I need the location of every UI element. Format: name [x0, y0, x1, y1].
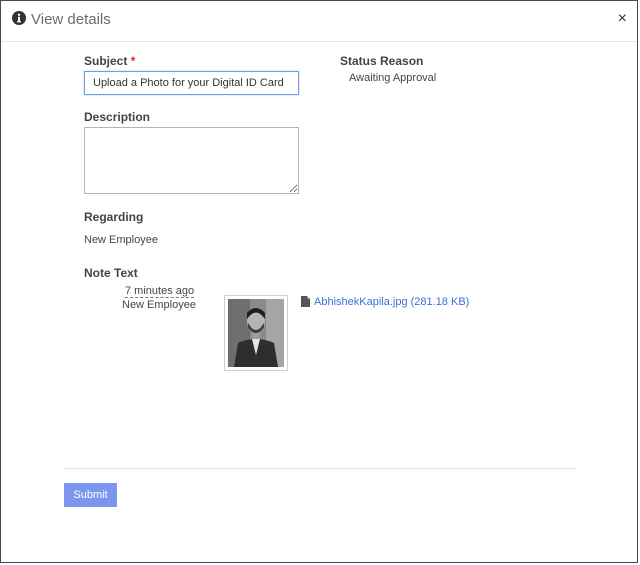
- info-icon: [12, 11, 26, 25]
- description-textarea[interactable]: [84, 127, 299, 194]
- subject-label: Subject *: [84, 54, 136, 68]
- note-text-label: Note Text: [84, 266, 138, 280]
- person-photo: [228, 299, 284, 367]
- footer-divider: [64, 468, 576, 469]
- close-button[interactable]: ×: [618, 11, 627, 27]
- status-reason-label: Status Reason: [340, 54, 424, 68]
- file-icon: [301, 296, 310, 307]
- note-timestamp[interactable]: 7 minutes ago: [125, 285, 195, 298]
- required-asterisk: *: [130, 54, 136, 68]
- regarding-label: Regarding: [84, 210, 144, 224]
- dialog-header: View details ×: [1, 1, 637, 42]
- submit-button[interactable]: Submit: [64, 483, 117, 507]
- description-label: Description: [84, 110, 151, 124]
- subject-input[interactable]: [84, 71, 299, 95]
- attachment-thumbnail[interactable]: [224, 295, 288, 371]
- regarding-value: New Employee: [84, 234, 158, 246]
- attachment-link[interactable]: AbhishekKapila.jpg (281.18 KB): [314, 296, 469, 308]
- view-details-dialog: View details × Subject * Status Reason A…: [0, 0, 638, 563]
- dialog-title: View details: [31, 11, 111, 28]
- status-reason-value: Awaiting Approval: [349, 72, 437, 84]
- note-author: New Employee: [122, 299, 196, 311]
